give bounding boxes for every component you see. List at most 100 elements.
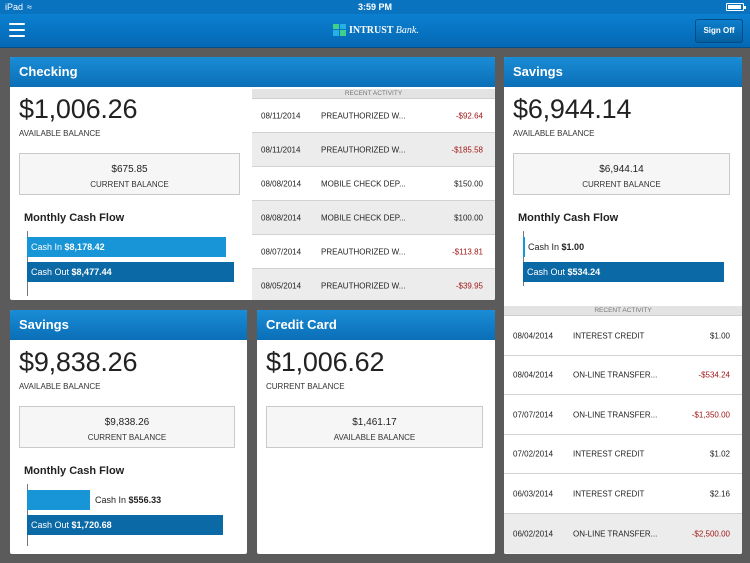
savings-top-cash-in-bar xyxy=(523,237,525,257)
savings-top-cash-out-value: $534.24 xyxy=(567,267,601,277)
activity-amount: $1.02 xyxy=(709,449,730,459)
activity-row[interactable]: 08/08/2014 MOBILE CHECK DEP... $150.00 xyxy=(252,167,495,201)
activity-description: PREAUTHORIZED W... xyxy=(321,247,406,256)
checking-current-label: CURRENT BALANCE xyxy=(90,180,169,189)
savings-top-available-amount: $6,944.14 xyxy=(513,94,632,124)
savings-top-available-label: AVAILABLE BALANCE xyxy=(513,129,595,138)
activity-row[interactable]: 08/11/2014 PREAUTHORIZED W... -$185.58 xyxy=(252,133,495,167)
savings-bottom-cash-out-value: $1,720.68 xyxy=(71,520,112,530)
logo-mark-icon xyxy=(333,24,346,36)
activity-amount: -$534.24 xyxy=(698,370,730,380)
activity-amount: $1.00 xyxy=(709,331,730,340)
savings-top-cash-out-label: Cash Out xyxy=(527,267,566,277)
activity-date: 08/08/2014 xyxy=(261,179,302,188)
savings-bottom-card[interactable]: Savings $9,838.26 AVAILABLE BALANCE $9,8… xyxy=(10,310,247,554)
activity-row[interactable]: 08/08/2014 MOBILE CHECK DEP... $100.00 xyxy=(252,201,495,235)
activity-description: PREAUTHORIZED W... xyxy=(321,111,406,120)
activity-amount: -$113.81 xyxy=(452,247,483,256)
savings-top-activity-header: RECENT ACTIVITY xyxy=(504,306,742,316)
activity-amount: -$185.58 xyxy=(451,145,483,154)
checking-cash-in-label: Cash In xyxy=(31,242,63,252)
activity-date: 08/04/2014 xyxy=(513,370,554,380)
savings-top-cash-in-label: Cash In xyxy=(528,242,560,252)
activity-date: 06/02/2014 xyxy=(513,529,554,538)
activity-description: PREAUTHORIZED W... xyxy=(321,281,406,290)
checking-available-label: AVAILABLE BALANCE xyxy=(19,129,101,138)
activity-date: 08/08/2014 xyxy=(261,213,302,222)
savings-bottom-current-amount: $9,838.26 xyxy=(104,417,150,428)
savings-top-cash-out-bar: Cash Out $534.24 xyxy=(523,262,724,282)
activity-row[interactable]: 07/02/2014 INTEREST CREDIT $1.02 xyxy=(504,435,742,474)
savings-bottom-available-label: AVAILABLE BALANCE xyxy=(19,382,101,391)
activity-row[interactable]: 08/04/2014 INTEREST CREDIT $1.00 xyxy=(504,316,742,356)
activity-description: MOBILE CHECK DEP... xyxy=(321,213,406,222)
checking-current-amount: $675.85 xyxy=(111,164,148,175)
checking-cash-out-value: $8,477.44 xyxy=(71,267,112,277)
credit-card-current-amount: $1,006.62 xyxy=(266,347,385,377)
activity-row[interactable]: 08/04/2014 ON-LINE TRANSFER... -$534.24 xyxy=(504,356,742,395)
savings-top-cash-in-text: Cash In $1.00 xyxy=(528,237,584,257)
activity-description: PREAUTHORIZED W... xyxy=(321,145,406,154)
menu-button[interactable] xyxy=(9,23,25,37)
logo-text-italic: Bank. xyxy=(395,24,419,36)
checking-cash-in-bar: Cash In $8,178.42 xyxy=(27,237,226,257)
activity-row[interactable]: 07/07/2014 ON-LINE TRANSFER... -$1,350.0… xyxy=(504,395,742,435)
savings-bottom-cash-out-label: Cash Out xyxy=(31,520,70,530)
checking-recent-activity: RECENT ACTIVITY 08/11/2014 PREAUTHORIZED… xyxy=(252,89,495,300)
checking-available-amount: $1,006.26 xyxy=(19,94,138,124)
logo-text-bold: INTRUST xyxy=(349,24,394,36)
checking-cash-out-bar: Cash Out $8,477.44 xyxy=(27,262,234,282)
activity-row[interactable]: 06/03/2014 INTEREST CREDIT $2.16 xyxy=(504,474,742,514)
activity-date: 07/07/2014 xyxy=(513,410,554,419)
activity-description: MOBILE CHECK DEP... xyxy=(321,179,406,188)
savings-bottom-cash-in-text: Cash In $556.33 xyxy=(95,490,161,510)
activity-description: ON-LINE TRANSFER... xyxy=(573,529,658,538)
credit-card-available-balance-box: $1,461.17 AVAILABLE BALANCE xyxy=(266,406,483,448)
savings-bottom-current-label: CURRENT BALANCE xyxy=(87,433,167,442)
credit-card-available-label: AVAILABLE BALANCE xyxy=(333,433,416,442)
activity-date: 08/07/2014 xyxy=(261,247,302,256)
credit-card-current-label: CURRENT BALANCE xyxy=(266,382,345,391)
activity-date: 08/11/2014 xyxy=(261,145,301,154)
savings-bottom-available-amount: $9,838.26 xyxy=(19,347,138,377)
savings-bottom-cash-in-label: Cash In xyxy=(95,495,127,505)
activity-description: ON-LINE TRANSFER... xyxy=(573,370,658,380)
checking-title: Checking xyxy=(10,57,495,87)
activity-date: 06/03/2014 xyxy=(513,489,554,498)
status-bar: iPad ≈ 3:59 PM xyxy=(0,0,750,14)
credit-card-title: Credit Card xyxy=(257,310,495,340)
activity-amount: $150.00 xyxy=(454,179,483,188)
credit-card-available-amount: $1,461.17 xyxy=(352,417,397,428)
savings-top-current-label: CURRENT BALANCE xyxy=(582,180,661,189)
activity-date: 08/05/2014 xyxy=(261,281,302,290)
activity-description: INTEREST CREDIT xyxy=(573,489,645,498)
savings-top-cash-in-value: $1.00 xyxy=(561,242,585,252)
activity-description: ON-LINE TRANSFER... xyxy=(573,410,658,419)
nav-bar: INTRUST Bank. Sign Off xyxy=(0,14,750,48)
checking-current-balance-box: $675.85 CURRENT BALANCE xyxy=(19,153,240,195)
activity-amount: -$39.95 xyxy=(455,281,483,290)
activity-date: 08/11/2014 xyxy=(261,111,301,120)
activity-amount: -$92.64 xyxy=(455,111,483,120)
activity-row[interactable]: 06/02/2014 ON-LINE TRANSFER... -$2,500.0… xyxy=(504,514,742,553)
activity-date: 08/04/2014 xyxy=(513,331,554,340)
activity-row[interactable]: 08/05/2014 PREAUTHORIZED W... -$39.95 xyxy=(252,269,495,300)
battery-icon xyxy=(726,3,746,11)
activity-row[interactable]: 08/11/2014 PREAUTHORIZED W... -$92.64 xyxy=(252,99,495,133)
savings-bottom-cash-in-value: $556.33 xyxy=(128,495,162,505)
savings-top-title: Savings xyxy=(504,57,742,87)
savings-top-current-amount: $6,944.14 xyxy=(599,164,644,175)
savings-bottom-current-balance-box: $9,838.26 CURRENT BALANCE xyxy=(19,406,235,448)
activity-amount: $2.16 xyxy=(709,489,730,498)
checking-activity-header: RECENT ACTIVITY xyxy=(252,89,495,99)
activity-row[interactable]: 08/07/2014 PREAUTHORIZED W... -$113.81 xyxy=(252,235,495,269)
sign-off-button[interactable]: Sign Off xyxy=(695,19,743,43)
savings-top-card[interactable]: Savings $6,944.14 AVAILABLE BALANCE $6,9… xyxy=(504,57,742,554)
checking-cash-in-value: $8,178.42 xyxy=(64,242,105,252)
bank-logo: INTRUST Bank. xyxy=(333,24,419,36)
activity-amount: -$2,500.00 xyxy=(691,529,730,538)
activity-description: INTEREST CREDIT xyxy=(573,449,645,459)
savings-top-current-balance-box: $6,944.14 CURRENT BALANCE xyxy=(513,153,730,195)
credit-card-card[interactable]: Credit Card $1,006.62 CURRENT BALANCE $1… xyxy=(257,310,495,554)
checking-card[interactable]: Checking $1,006.26 AVAILABLE BALANCE $67… xyxy=(10,57,495,300)
